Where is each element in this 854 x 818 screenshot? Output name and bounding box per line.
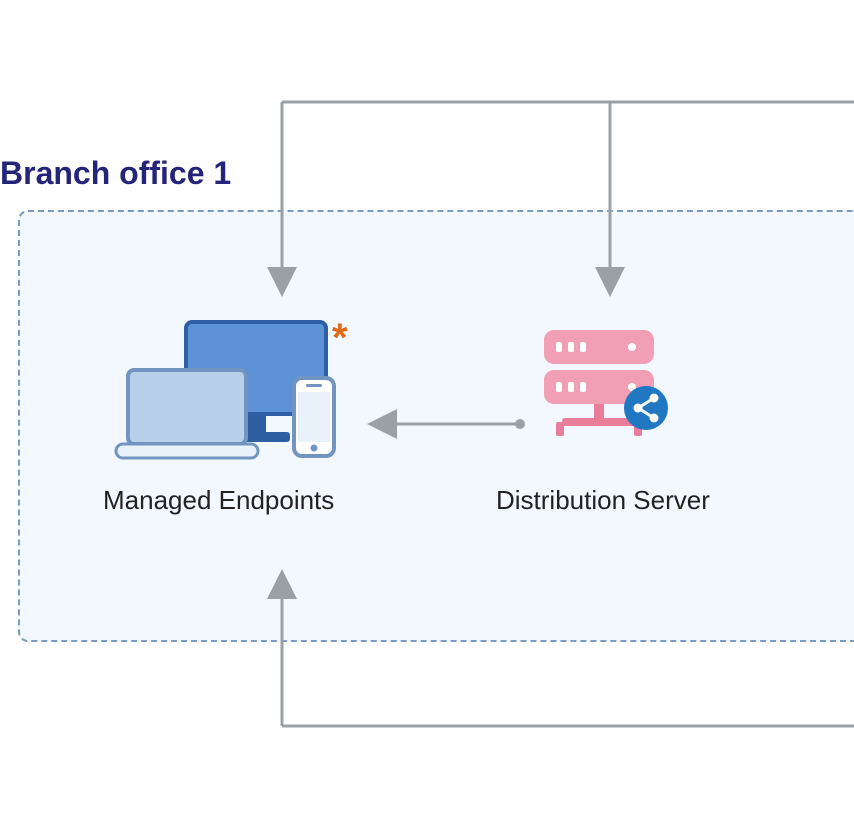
diagram-canvas: Branch office 1 * — [0, 0, 854, 818]
connectors — [0, 0, 854, 818]
